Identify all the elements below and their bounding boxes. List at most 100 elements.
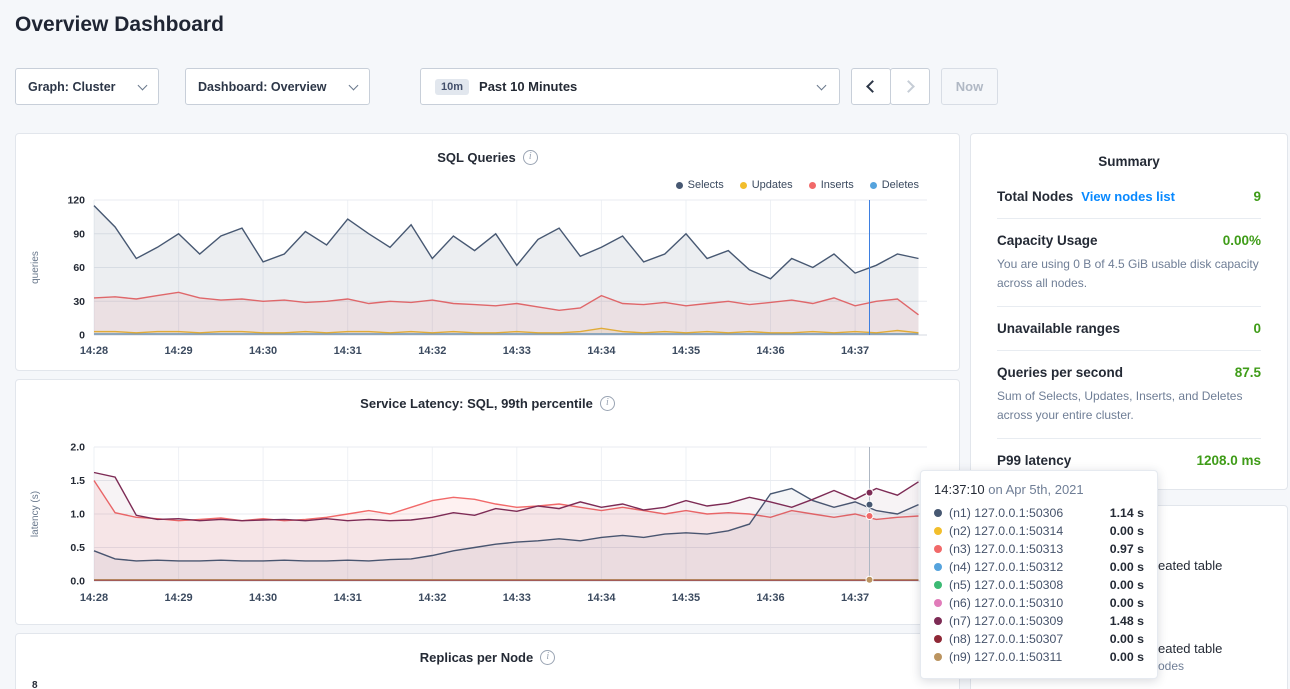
p99-latency-value: 1208.0 ms	[1196, 453, 1261, 468]
legend-dot	[809, 182, 816, 189]
node-label: (n5) 127.0.0.1:50308	[949, 578, 1103, 592]
graph-scope-dropdown[interactable]: Graph: Cluster	[15, 68, 159, 105]
qps-value: 87.5	[1235, 365, 1261, 380]
svg-text:14:31: 14:31	[334, 345, 362, 357]
graph-scope-label: Graph: Cluster	[28, 80, 116, 94]
node-label: (n6) 127.0.0.1:50310	[949, 596, 1103, 610]
node-label: (n1) 127.0.0.1:50306	[949, 506, 1103, 520]
p99-latency-label: P99 latency	[997, 453, 1071, 468]
time-range-label: Past 10 Minutes	[479, 79, 808, 94]
svg-text:0.0: 0.0	[70, 576, 85, 588]
view-nodes-list-link[interactable]: View nodes list	[1081, 189, 1175, 204]
info-icon[interactable]: i	[523, 150, 538, 165]
tooltip-time: 14:37:10	[934, 482, 985, 497]
node-latency-value: 0.00 s	[1110, 650, 1144, 664]
svg-text:0.5: 0.5	[70, 542, 85, 554]
svg-text:14:30: 14:30	[249, 345, 277, 357]
node-latency-value: 0.00 s	[1110, 524, 1144, 538]
time-range-dropdown[interactable]: 10m Past 10 Minutes	[420, 68, 840, 105]
svg-text:14:33: 14:33	[503, 592, 531, 604]
svg-text:queries: queries	[30, 251, 41, 284]
summary-row-qps: Queries per second 87.5 Sum of Selects, …	[997, 351, 1261, 439]
svg-text:14:30: 14:30	[249, 592, 277, 604]
event-text-fragment: odes	[1158, 659, 1184, 673]
sql-queries-svg: 14:28 14:29 14:30 14:31 14:32 14:33 14:34 14:35…	[24, 190, 953, 360]
prev-time-button[interactable]	[851, 68, 891, 105]
node-latency-value: 1.48 s	[1110, 614, 1144, 628]
node-color-dot	[934, 581, 942, 589]
node-latency-value: 0.00 s	[1110, 578, 1144, 592]
info-icon[interactable]: i	[600, 396, 615, 411]
sql-queries-chart[interactable]: 14:28 14:29 14:30 14:31 14:32 14:33 14:34 14:35…	[24, 190, 953, 365]
svg-text:14:37: 14:37	[841, 592, 869, 604]
replicas-ytick-fragment: 8	[32, 680, 38, 689]
replicas-panel: Replicas per Node i 8	[15, 633, 960, 689]
node-label: (n2) 127.0.0.1:50314	[949, 524, 1103, 538]
tooltip-rows: (n1) 127.0.0.1:50306 1.14 s (n2) 127.0.0.1…	[934, 504, 1144, 666]
page-title: Overview Dashboard	[15, 13, 224, 37]
chart-title-text: Replicas per Node	[420, 650, 533, 665]
chart-title-text: SQL Queries	[437, 150, 516, 165]
svg-text:90: 90	[73, 228, 85, 240]
summary-row-total-nodes: Total Nodes View nodes list 9	[997, 175, 1261, 219]
tooltip-row: (n4) 127.0.0.1:50312 0.00 s	[934, 558, 1144, 576]
node-color-dot	[934, 563, 942, 571]
svg-text:14:37: 14:37	[841, 345, 869, 357]
node-color-dot	[934, 653, 942, 661]
chevron-down-icon	[817, 80, 827, 90]
legend-dot	[676, 182, 683, 189]
service-latency-chart-title: Service Latency: SQL, 99th percentile i	[16, 396, 959, 411]
node-color-dot	[934, 617, 942, 625]
now-button[interactable]: Now	[941, 68, 998, 105]
chevron-left-icon	[866, 80, 879, 93]
svg-text:14:33: 14:33	[503, 345, 531, 357]
tooltip-row: (n7) 127.0.0.1:503091.48 s	[934, 612, 1144, 630]
svg-text:14:35: 14:35	[672, 592, 700, 604]
tooltip-row: (n5) 127.0.0.1:50308 0.00 s	[934, 576, 1144, 594]
tooltip-header: 14:37:10 on Apr 5th, 2021	[934, 482, 1144, 497]
svg-text:14:36: 14:36	[756, 345, 784, 357]
svg-text:14:28: 14:28	[80, 345, 108, 357]
unavailable-ranges-value: 0	[1253, 321, 1261, 336]
node-label: (n3) 127.0.0.1:50313	[949, 542, 1103, 556]
info-icon[interactable]: i	[540, 650, 555, 665]
svg-text:14:29: 14:29	[165, 592, 193, 604]
replicas-chart-title: Replicas per Node i	[16, 650, 959, 665]
node-latency-value: 1.14 s	[1110, 506, 1144, 520]
svg-text:14:34: 14:34	[587, 345, 616, 357]
svg-text:2.0: 2.0	[70, 442, 85, 454]
chart-title-text: Service Latency: SQL, 99th percentile	[360, 396, 593, 411]
summary-row-unavailable-ranges: Unavailable ranges 0	[997, 307, 1261, 351]
svg-text:1.0: 1.0	[70, 509, 85, 521]
node-color-dot	[934, 599, 942, 607]
dashboard-dropdown[interactable]: Dashboard: Overview	[185, 68, 370, 105]
node-label: (n9) 127.0.0.1:50311	[949, 650, 1103, 664]
service-latency-svg: 14:2814:2914:3014:3114:3214:3314:3414:35…	[24, 432, 953, 607]
svg-text:latency (s): latency (s)	[30, 491, 41, 537]
svg-text:14:35: 14:35	[672, 345, 700, 357]
legend-dot	[870, 182, 877, 189]
total-nodes-label: Total Nodes	[997, 189, 1073, 204]
chevron-down-icon	[349, 80, 359, 90]
node-latency-value: 0.00 s	[1110, 560, 1144, 574]
tooltip-row: (n9) 127.0.0.1:50311 0.00 s	[934, 648, 1144, 666]
event-text-fragment: eated table	[1158, 558, 1222, 573]
tooltip-row: (n2) 127.0.0.1:50314 0.00 s	[934, 522, 1144, 540]
svg-text:120: 120	[67, 195, 85, 207]
node-label: (n8) 127.0.0.1:50307	[949, 632, 1103, 646]
svg-text:14:29: 14:29	[165, 345, 193, 357]
service-latency-chart[interactable]: 14:2814:2914:3014:3114:3214:3314:3414:35…	[24, 432, 953, 612]
svg-text:1.5: 1.5	[70, 475, 85, 487]
dashboard-label: Dashboard: Overview	[198, 80, 327, 94]
svg-text:14:32: 14:32	[418, 345, 446, 357]
time-range-badge: 10m	[435, 79, 469, 95]
svg-text:14:32: 14:32	[418, 592, 446, 604]
qps-desc: Sum of Selects, Updates, Inserts, and De…	[997, 387, 1261, 424]
capacity-usage-value: 0.00%	[1223, 233, 1261, 248]
svg-text:14:28: 14:28	[80, 592, 108, 604]
tooltip-row: (n8) 127.0.0.1:503070.00 s	[934, 630, 1144, 648]
tooltip-row: (n3) 127.0.0.1:503130.97 s	[934, 540, 1144, 558]
qps-label: Queries per second	[997, 365, 1123, 380]
node-label: (n4) 127.0.0.1:50312	[949, 560, 1103, 574]
next-time-button[interactable]	[890, 68, 930, 105]
